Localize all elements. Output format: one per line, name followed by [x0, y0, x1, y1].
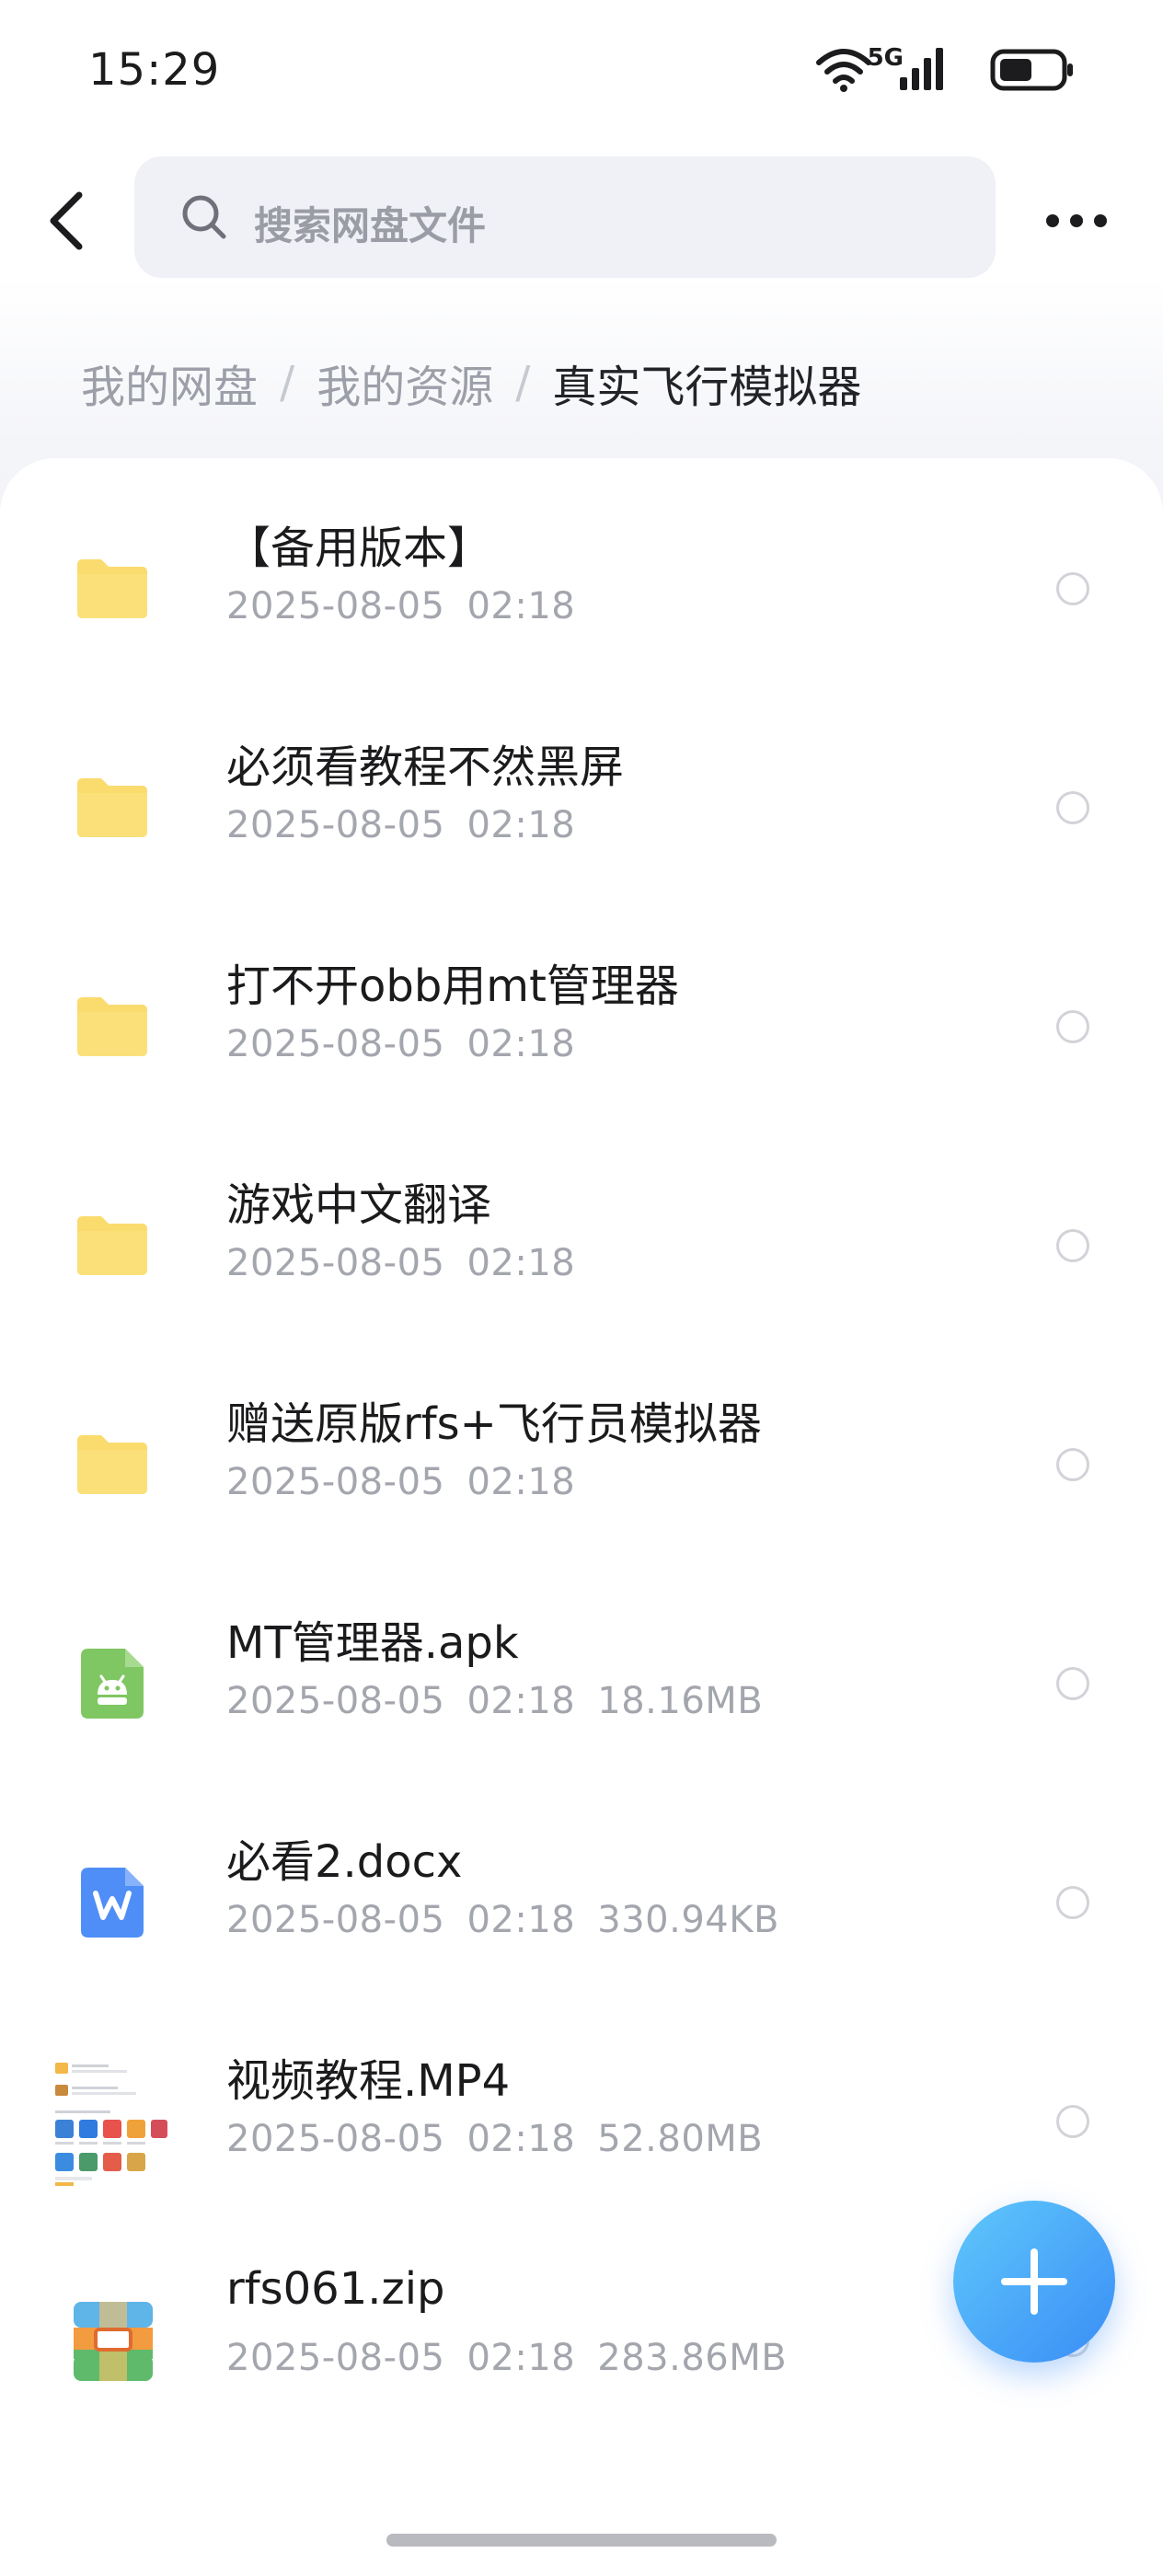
file-date: 2025-08-05: [226, 585, 445, 627]
file-row-folder[interactable]: 游戏中文翻译 2025-08-05 02:18: [0, 1157, 1163, 1376]
status-time: 15:29: [88, 44, 221, 96]
file-time: 02:18: [466, 585, 576, 627]
file-time: 02:18: [466, 1242, 576, 1284]
file-date: 2025-08-05: [226, 2118, 445, 2160]
file-meta: 2025-08-05 02:18: [226, 804, 597, 846]
breadcrumb: 我的网盘 / 我的资源 / 真实飞行模拟器: [81, 351, 862, 415]
signal-icon: [900, 48, 943, 90]
file-time: 02:18: [466, 2118, 576, 2160]
file-name: 赠送原版rfs+飞行员模拟器: [226, 1398, 762, 1450]
file-row-docx[interactable]: 必看2.docx 2025-08-05 02:18 330.94KB: [0, 1814, 1163, 2033]
plus-icon: [1001, 2248, 1067, 2315]
back-arrow-icon: [50, 191, 83, 250]
file-meta: 2025-08-05 02:18 18.16MB: [226, 1680, 785, 1722]
breadcrumb-item-my-drive[interactable]: 我的网盘: [81, 351, 258, 415]
zip-archive-icon: [74, 2302, 153, 2381]
file-meta: 2025-08-05 02:18: [226, 1023, 597, 1065]
file-row-folder[interactable]: 【备用版本】 2025-08-05 02:18: [0, 500, 1163, 719]
select-checkbox[interactable]: [1056, 1886, 1089, 1919]
wifi-icon: [816, 49, 871, 92]
file-time: 02:18: [466, 804, 576, 846]
home-indicator[interactable]: [386, 2534, 777, 2547]
file-name: 打不开obb用mt管理器: [226, 960, 679, 1012]
file-size: 330.94KB: [597, 1899, 779, 1941]
file-date: 2025-08-05: [226, 1680, 445, 1722]
file-name: 视频教程.MP4: [226, 2055, 511, 2107]
header: 搜索网盘文件: [0, 147, 1163, 294]
file-name: 必须看教程不然黑屏: [226, 742, 625, 793]
file-date: 2025-08-05: [226, 2337, 445, 2379]
status-bar: 15:29 5G: [0, 0, 1163, 147]
file-meta: 2025-08-05 02:18: [226, 585, 597, 627]
add-button[interactable]: [953, 2201, 1115, 2363]
file-time: 02:18: [466, 1461, 576, 1503]
file-size: 18.16MB: [597, 1680, 764, 1722]
folder-icon: [77, 559, 147, 618]
video-thumbnail-icon: [52, 2057, 171, 2188]
select-checkbox[interactable]: [1056, 1229, 1089, 1262]
select-checkbox[interactable]: [1056, 791, 1089, 824]
select-checkbox[interactable]: [1056, 1010, 1089, 1043]
file-row-folder[interactable]: 打不开obb用mt管理器 2025-08-05 02:18: [0, 938, 1163, 1157]
file-meta: 2025-08-05 02:18 283.86MB: [226, 2337, 809, 2379]
breadcrumb-item-my-resources[interactable]: 我的资源: [317, 351, 493, 415]
word-document-icon: [81, 1868, 144, 1938]
select-checkbox[interactable]: [1056, 2105, 1089, 2138]
file-meta: 2025-08-05 02:18: [226, 1461, 597, 1503]
android-apk-icon: [81, 1649, 144, 1719]
folder-icon: [77, 1216, 147, 1275]
search-placeholder: 搜索网盘文件: [254, 203, 487, 248]
file-browser-page: 15:29 5G 搜索网盘文件 我的网盘 / 我的资源 / 真实飞行模拟器 【备…: [0, 0, 1163, 2576]
file-meta: 2025-08-05 02:18 330.94KB: [226, 1899, 801, 1941]
breadcrumb-current-folder: 真实飞行模拟器: [552, 362, 862, 413]
folder-icon: [77, 1435, 147, 1494]
file-meta: 2025-08-05 02:18 52.80MB: [226, 2118, 785, 2160]
battery-icon: [990, 49, 1073, 91]
more-dots-icon: [1046, 214, 1107, 227]
select-checkbox[interactable]: [1056, 1667, 1089, 1700]
file-time: 02:18: [466, 1899, 576, 1941]
more-options-button[interactable]: [1040, 184, 1113, 258]
file-date: 2025-08-05: [226, 1023, 445, 1065]
file-time: 02:18: [466, 1680, 576, 1722]
file-date: 2025-08-05: [226, 1242, 445, 1284]
file-date: 2025-08-05: [226, 804, 445, 846]
file-row-folder[interactable]: 必须看教程不然黑屏 2025-08-05 02:18: [0, 719, 1163, 938]
file-meta: 2025-08-05 02:18: [226, 1242, 597, 1284]
file-size: 52.80MB: [597, 2118, 764, 2160]
select-checkbox[interactable]: [1056, 572, 1089, 605]
select-checkbox[interactable]: [1056, 1448, 1089, 1481]
breadcrumb-separator: /: [515, 357, 531, 408]
back-button[interactable]: [37, 177, 103, 265]
file-date: 2025-08-05: [226, 1899, 445, 1941]
file-name: 游戏中文翻译: [226, 1179, 492, 1231]
breadcrumb-separator: /: [280, 357, 295, 408]
file-date: 2025-08-05: [226, 1461, 445, 1503]
file-name: 必看2.docx: [226, 1836, 463, 1888]
file-name: rfs061.zip: [226, 2263, 445, 2315]
file-row-folder[interactable]: 赠送原版rfs+飞行员模拟器 2025-08-05 02:18: [0, 1376, 1163, 1595]
folder-icon: [77, 778, 147, 837]
folder-icon: [77, 997, 147, 1056]
file-row-apk[interactable]: MT管理器.apk 2025-08-05 02:18 18.16MB: [0, 1595, 1163, 1814]
search-input[interactable]: 搜索网盘文件: [134, 156, 996, 278]
file-time: 02:18: [466, 2337, 576, 2379]
file-name: MT管理器.apk: [226, 1617, 519, 1669]
search-icon: [182, 195, 226, 239]
file-size: 283.86MB: [597, 2337, 788, 2379]
file-name: 【备用版本】: [226, 523, 492, 574]
file-time: 02:18: [466, 1023, 576, 1065]
